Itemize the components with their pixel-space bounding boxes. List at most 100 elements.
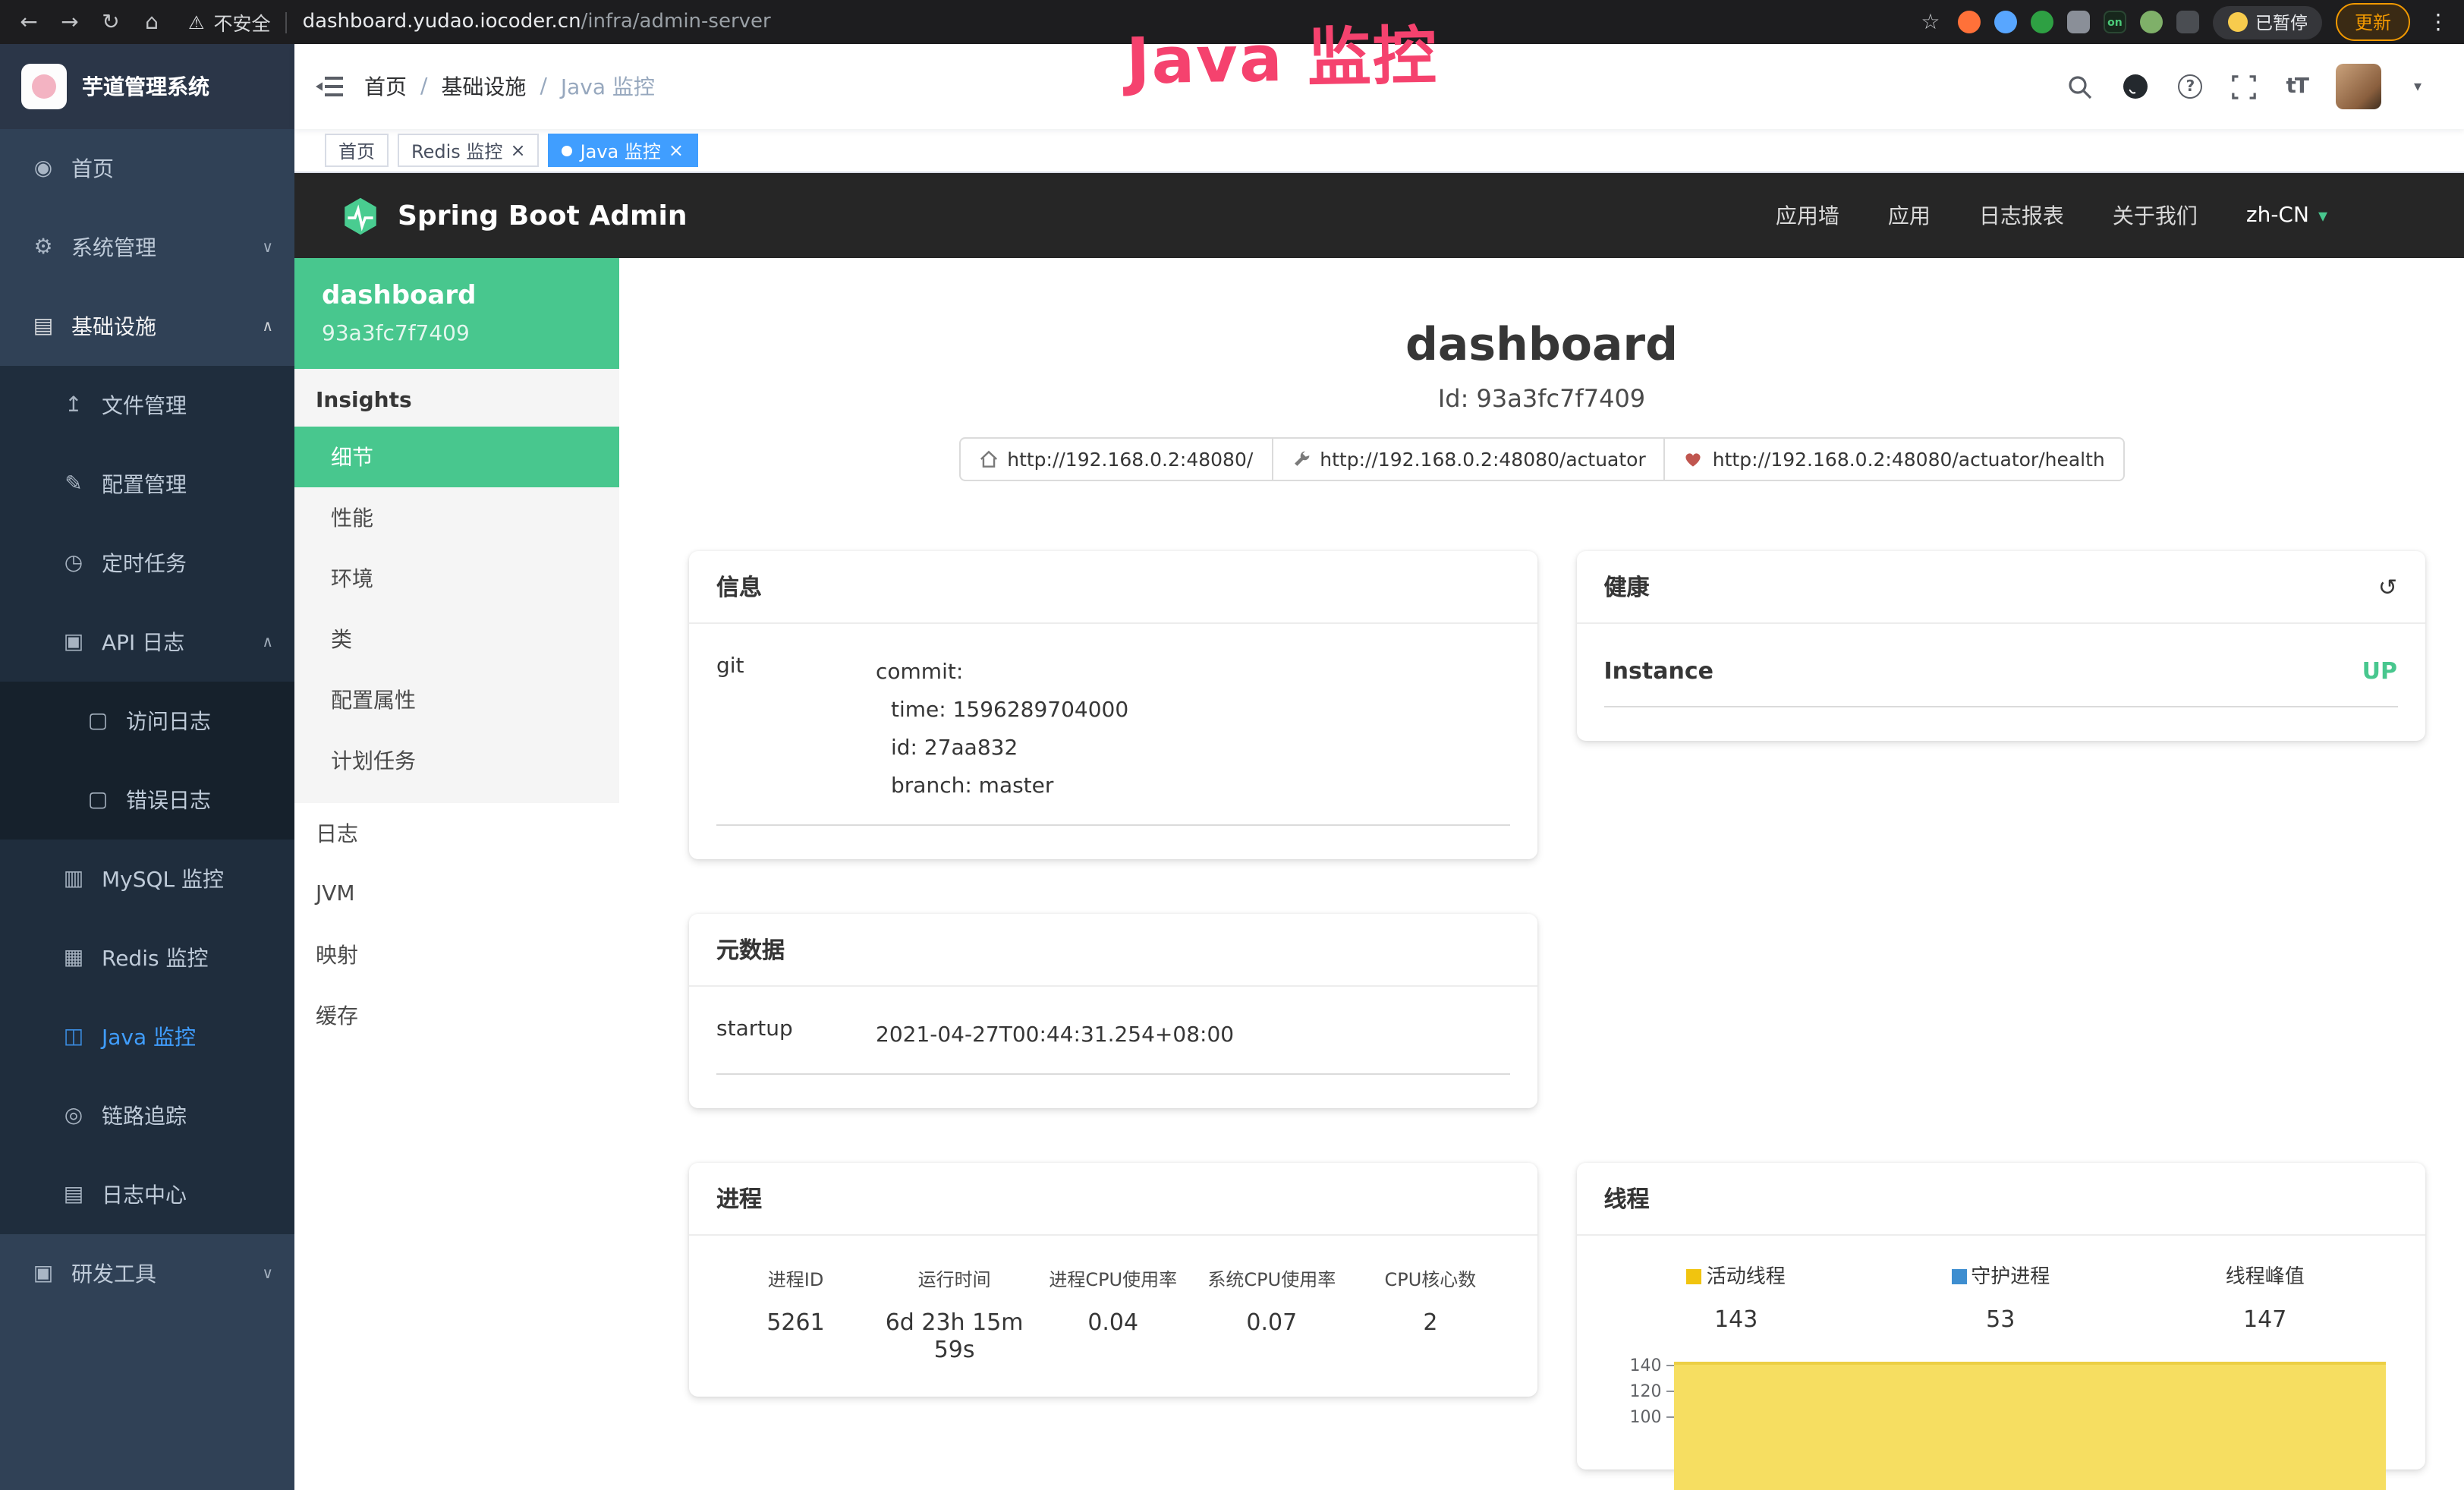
chart-icon: ▥ [61, 867, 87, 891]
sba-menu-mappings[interactable]: 映射 [294, 925, 619, 985]
legend-label: 活动线程 [1707, 1266, 1786, 1289]
actuator-url-button[interactable]: http://192.168.0.2:48080/actuator [1271, 437, 1665, 481]
sba-menu-logs[interactable]: 日志 [294, 803, 619, 864]
instance-id: 93a3fc7f7409 [322, 322, 592, 346]
col-header: 进程CPU使用率 [1034, 1266, 1192, 1292]
sba-brand[interactable]: Spring Boot Admin [340, 195, 688, 236]
extension-icon-orange[interactable] [1958, 11, 1981, 33]
browser-reload-button[interactable]: ↻ [97, 10, 124, 34]
sidebar-item-java-monitor[interactable]: ◫ Java 监控 [0, 997, 294, 1076]
app-sidebar: 芋道管理系统 ◉ 首页 ⚙ 系统管理 ∨ ▤ 基础设施 ∧ ↥ 文件管理 ✎ [0, 44, 294, 1490]
sba-menu-jvm[interactable]: JVM [294, 864, 619, 925]
sba-nav: 应用墙 应用 日志报表 关于我们 zh-CN ▾ [1776, 200, 2327, 231]
sba-menu-metrics[interactable]: 性能 [294, 487, 619, 548]
health-card-header: 健康 ↺ [1577, 551, 2425, 624]
sidebar-item-error-logs[interactable]: ▢ 错误日志 [0, 761, 294, 840]
sba-nav-wallboard[interactable]: 应用墙 [1776, 200, 1839, 231]
extension-icon-leaf[interactable] [2140, 11, 2163, 33]
profile-paused-badge[interactable]: 已暂停 [2213, 5, 2323, 39]
page-instance-id: Id: 93a3fc7f7409 [619, 384, 2464, 413]
startup-value: 2021-04-27T00:44:31.254+08:00 [876, 1017, 1510, 1055]
sba-nav-applications[interactable]: 应用 [1888, 200, 1931, 231]
browser-menu-icon[interactable]: ⋮ [2428, 10, 2449, 34]
threads-chart-yaxis: 140 120 100 [1604, 1356, 1674, 1470]
fullscreen-icon[interactable] [2231, 74, 2257, 99]
sidebar-item-file-management[interactable]: ↥ 文件管理 [0, 366, 294, 445]
chevron-down-icon: ∨ [262, 239, 273, 256]
git-key: git [716, 654, 876, 806]
sidebar-item-redis-monitor[interactable]: ▦ Redis 监控 [0, 918, 294, 997]
close-icon[interactable]: × [669, 141, 684, 159]
sba-menu-scheduled-tasks[interactable]: 计划任务 [294, 730, 619, 791]
sba-nav-journal[interactable]: 日志报表 [1979, 200, 2064, 231]
breadcrumb-infrastructure[interactable]: 基础设施 [441, 71, 526, 102]
address-bar[interactable]: dashboard.yudao.iocoder.cn/infra/admin-s… [303, 11, 771, 33]
sidebar-item-scheduled-tasks[interactable]: ◷ 定时任务 [0, 524, 294, 603]
tab-home[interactable]: 首页 [325, 134, 389, 167]
tab-java-monitor[interactable]: Java 监控 × [549, 134, 697, 167]
live-threads-swatch [1687, 1269, 1702, 1284]
extension-icon-blue[interactable] [1994, 11, 2017, 33]
bookmark-star-icon[interactable]: ☆ [1917, 10, 1944, 34]
sidebar-item-home[interactable]: ◉ 首页 [0, 129, 294, 208]
sba-locale-select[interactable]: zh-CN ▾ [2246, 203, 2327, 228]
github-icon[interactable] [2122, 73, 2149, 100]
sidebar-item-dev-tools[interactable]: ▣ 研发工具 ∨ [0, 1234, 294, 1313]
chevron-up-icon: ∧ [262, 634, 273, 650]
site-security-chip[interactable]: ⚠ 不安全 dashboard.yudao.iocoder.cn/infra/a… [188, 8, 771, 36]
extension-icon-on-badge[interactable]: on [2104, 11, 2126, 33]
sba-nav-about[interactable]: 关于我们 [2113, 200, 2198, 231]
sidebar-item-api-logs[interactable]: ▣ API 日志 ∧ [0, 603, 294, 682]
sidebar-item-system-management[interactable]: ⚙ 系统管理 ∨ [0, 208, 294, 287]
sidebar-collapse-icon[interactable] [316, 74, 343, 99]
col-value: 0.07 [1192, 1309, 1351, 1336]
extension-icon-green[interactable] [2031, 11, 2053, 33]
instance-header[interactable]: dashboard 93a3fc7f7409 [294, 258, 619, 369]
sba-menu-config-props[interactable]: 配置属性 [294, 669, 619, 730]
sidebar-item-access-logs[interactable]: ▢ 访问日志 [0, 682, 294, 761]
close-icon[interactable]: × [510, 141, 525, 159]
browser-forward-button[interactable]: → [56, 10, 83, 34]
health-url-button[interactable]: http://192.168.0.2:48080/actuator/health [1664, 437, 2125, 481]
gear-icon: ⚙ [30, 235, 56, 260]
breadcrumb-home[interactable]: 首页 [364, 71, 407, 102]
sidebar-item-log-center[interactable]: ▤ 日志中心 [0, 1155, 294, 1234]
font-size-icon[interactable]: tT [2286, 74, 2308, 99]
sba-menu-classes[interactable]: 类 [294, 609, 619, 669]
sidebar-item-tracing[interactable]: ◎ 链路追踪 [0, 1076, 294, 1155]
help-icon[interactable]: ? [2178, 74, 2202, 99]
app-logo-row[interactable]: 芋道管理系统 [0, 44, 294, 129]
page-title: dashboard [619, 319, 2464, 372]
service-url-label: http://192.168.0.2:48080/ [1007, 448, 1253, 471]
extension-icon-puzzle[interactable] [2176, 11, 2199, 33]
sidebar-item-mysql-monitor[interactable]: ▥ MySQL 监控 [0, 840, 294, 918]
sidebar-item-config-management[interactable]: ✎ 配置管理 [0, 445, 294, 524]
sba-menu-caches[interactable]: 缓存 [294, 985, 619, 1046]
health-instance-row[interactable]: Instance UP [1604, 654, 2398, 707]
edit-icon: ✎ [61, 472, 87, 496]
history-icon[interactable]: ↺ [2378, 573, 2397, 600]
search-icon[interactable] [2067, 74, 2093, 99]
sba-menu-environment[interactable]: 环境 [294, 548, 619, 609]
user-avatar[interactable] [2337, 64, 2382, 109]
service-url-button[interactable]: http://192.168.0.2:48080/ [958, 437, 1273, 481]
browser-back-button[interactable]: ← [15, 10, 42, 34]
monitor-icon: ◫ [61, 1025, 87, 1049]
browser-home-button[interactable]: ⌂ [138, 10, 165, 34]
tab-label: Java 监控 [581, 137, 661, 163]
insights-group-label: Insights [294, 369, 619, 427]
sidebar-item-infrastructure[interactable]: ▤ 基础设施 ∧ [0, 287, 294, 366]
sba-menu-details[interactable]: 细节 [294, 427, 619, 487]
browser-update-button[interactable]: 更新 [2337, 3, 2409, 41]
browser-extensions-area: ☆ on 已暂停 更新 ⋮ [1917, 3, 2449, 41]
process-card-title: 进程 [689, 1163, 1537, 1236]
tab-redis-monitor[interactable]: Redis 监控 × [398, 134, 540, 167]
actuator-url-label: http://192.168.0.2:48080/actuator [1320, 448, 1645, 471]
health-url-label: http://192.168.0.2:48080/actuator/health [1713, 448, 2105, 471]
git-info-row: git commit: time: 1596289704000 id: 27aa… [716, 654, 1510, 826]
sidebar-item-label: 研发工具 [71, 1258, 156, 1289]
startup-key: startup [716, 1017, 876, 1055]
locale-label: zh-CN [2246, 203, 2309, 228]
sba-logo-icon [340, 195, 381, 236]
extension-icon-grid[interactable] [2067, 11, 2090, 33]
